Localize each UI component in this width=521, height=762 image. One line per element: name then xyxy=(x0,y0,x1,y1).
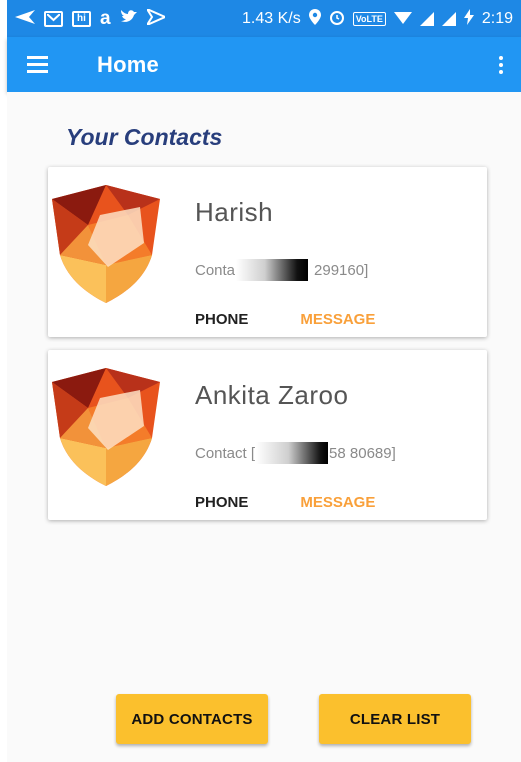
clock: 2:19 xyxy=(481,9,513,27)
amazon-icon: a xyxy=(100,8,111,29)
twitter-icon xyxy=(120,9,138,28)
wifi-icon xyxy=(393,10,412,28)
hike-icon: hi xyxy=(72,10,91,27)
phone-button[interactable]: PHONE xyxy=(195,494,248,511)
network-speed: 1.43 K/s xyxy=(241,9,301,27)
more-vert-icon[interactable] xyxy=(481,37,521,92)
redaction-block xyxy=(236,259,309,281)
shield-logo-icon xyxy=(52,368,160,486)
flipboard-icon xyxy=(143,6,168,29)
shield-logo-icon xyxy=(52,185,160,303)
alarm-icon xyxy=(329,9,345,29)
status-bar: hi a 1.43 K/s VoLTE 2:19 xyxy=(7,0,521,37)
signal-icon xyxy=(441,11,456,26)
message-button[interactable]: MESSAGE xyxy=(300,311,375,328)
contact-number: Contact [ 58 80689] xyxy=(195,442,396,464)
main-content: Your Contacts Harish Conta 299160] PHONE… xyxy=(7,92,521,762)
contact-number-suffix: 299160] xyxy=(314,261,369,279)
redaction-block xyxy=(256,442,329,464)
hamburger-menu-icon[interactable] xyxy=(7,37,67,92)
page-title: Home xyxy=(97,51,159,77)
contact-number: Conta 299160] xyxy=(195,259,368,281)
add-contacts-button[interactable]: ADD CONTACTS xyxy=(116,694,268,744)
system-status: 1.43 K/s VoLTE 2:19 xyxy=(241,8,513,29)
card-actions: PHONE MESSAGE xyxy=(195,494,375,511)
contact-number-prefix: Conta xyxy=(195,261,236,279)
gmail-icon xyxy=(44,10,63,27)
clear-list-button[interactable]: CLEAR LIST xyxy=(319,694,471,744)
contact-number-prefix: Contact [ xyxy=(195,444,256,462)
contact-number-suffix: 58 80689] xyxy=(329,444,396,462)
app-bar: Home xyxy=(7,37,521,92)
volte-icon: VoLTE xyxy=(352,11,386,26)
contact-card: Harish Conta 299160] PHONE MESSAGE xyxy=(48,167,487,337)
signal-icon xyxy=(419,11,434,26)
contact-name: Harish xyxy=(195,197,274,227)
phone-button[interactable]: PHONE xyxy=(195,311,248,328)
section-title: Your Contacts xyxy=(66,124,223,150)
message-button[interactable]: MESSAGE xyxy=(300,494,375,511)
notification-icons: hi a xyxy=(15,6,168,29)
contact-card: Ankita Zaroo Contact [ 58 80689] PHONE M… xyxy=(48,350,487,520)
charging-icon xyxy=(463,8,474,29)
card-actions: PHONE MESSAGE xyxy=(195,311,375,328)
send-icon xyxy=(15,9,35,28)
contact-name: Ankita Zaroo xyxy=(195,380,349,410)
location-icon xyxy=(308,8,321,29)
